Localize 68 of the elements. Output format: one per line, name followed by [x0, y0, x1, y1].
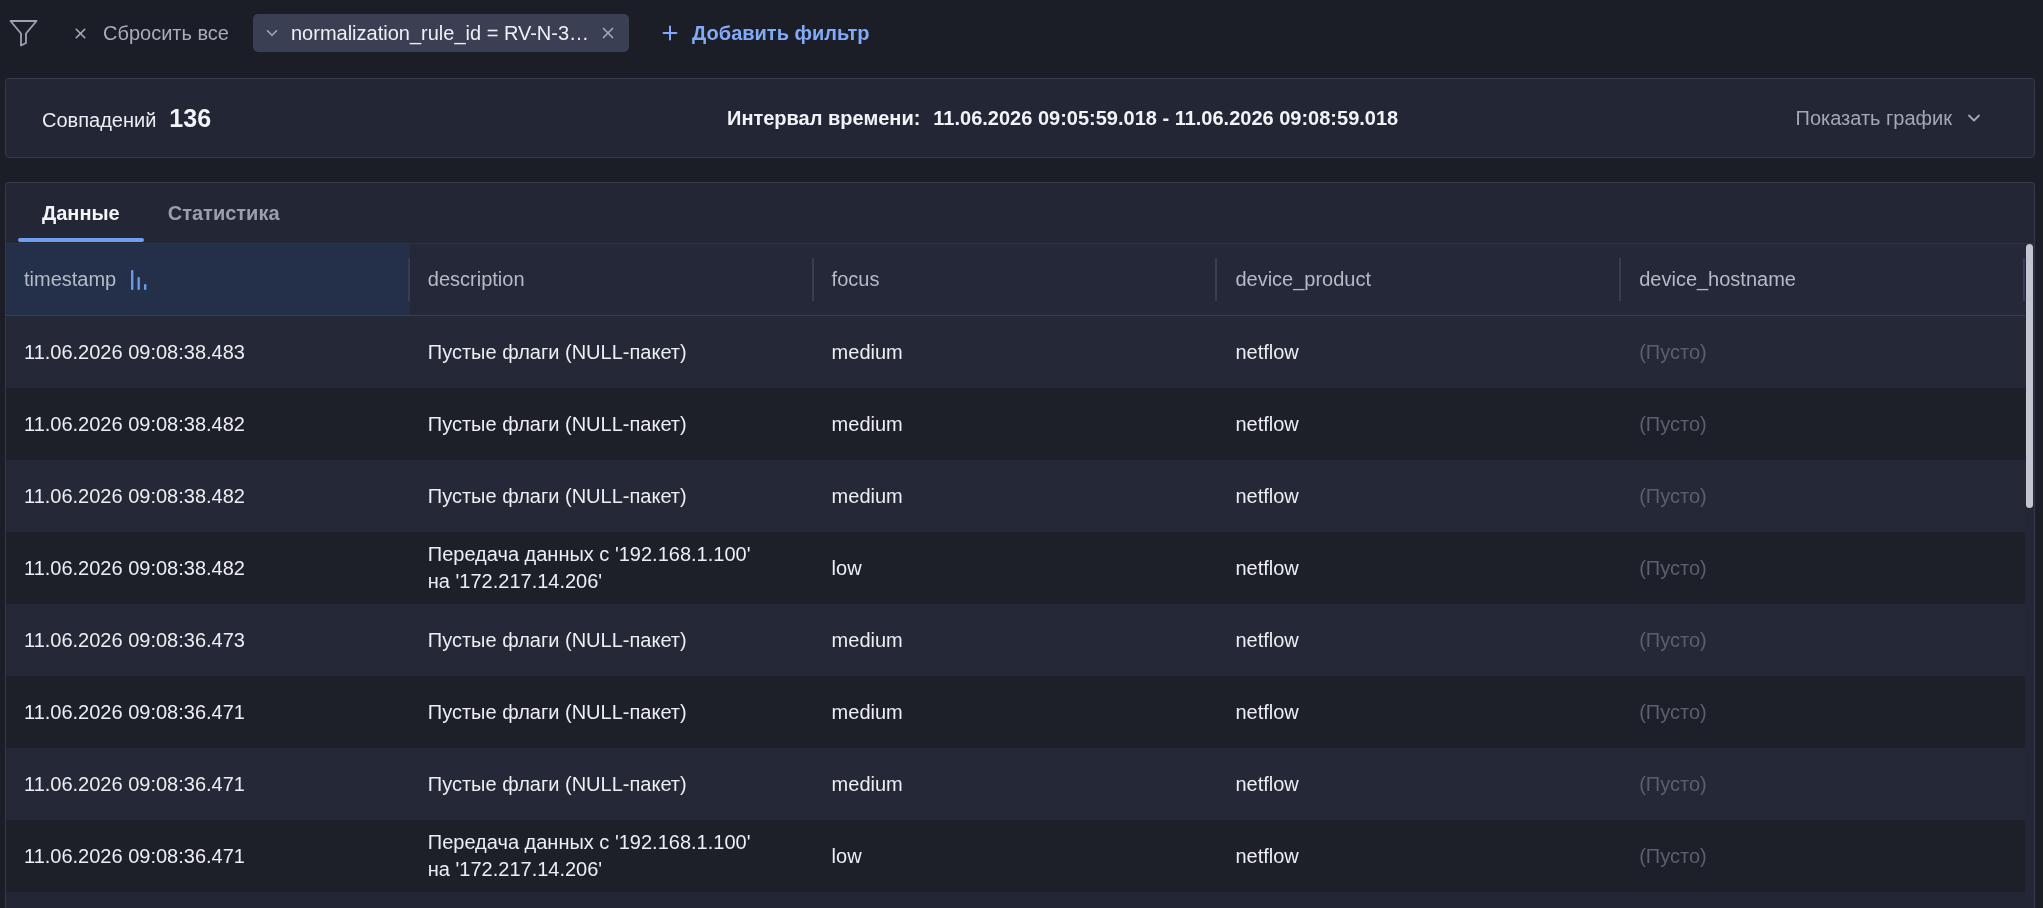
table-cell-text: Пустые флаги (NULL-пакет) — [426, 771, 688, 797]
table-cell-text: netflow — [1234, 843, 1300, 869]
table-cell-text: Пустые флаги (NULL-пакет) — [426, 411, 688, 437]
table-cell-text: Передача данных с '192.168.1.100' на '172.217.14.206' — [426, 830, 752, 882]
table-cell-text: 11.06.2026 09:08:38.483 — [23, 339, 246, 365]
matches-count: 136 — [169, 103, 212, 133]
table-row[interactable]: 11.06.2026 09:08:38.482 Передача данных с '192.168.1.100' на '172.217.14.206' low netflow (Пусто) — [6, 532, 2025, 604]
table-cell-text: (Пусто) — [1638, 771, 1708, 797]
column-header[interactable]: description — [409, 244, 814, 315]
table-row[interactable]: 11.06.2026 09:08:38.482 Пустые флаги (NULL-пакет) medium netflow (Пусто) — [6, 388, 2025, 460]
table-cell-text: medium — [830, 699, 904, 725]
table-cell-text: 11.06.2026 09:08:38.482 — [23, 555, 246, 581]
table-cell-text: 11.06.2026 09:08:38.482 — [23, 483, 246, 509]
filter-chip-label: normalization_rule_id = RV-N-3… — [291, 21, 590, 45]
filter-chip[interactable]: normalization_rule_id = RV-N-3… — [253, 14, 630, 52]
column-header[interactable]: timestamp — [6, 244, 410, 315]
column-header-label: focus — [831, 268, 880, 291]
reset-all-button[interactable]: Сбросить все — [72, 21, 229, 45]
table-cell-text: (Пусто) — [1638, 555, 1708, 581]
table-cell-text: 11.06.2026 09:08:36.471 — [23, 699, 246, 725]
interval-value: 11.06.2026 09:05:59.018 - 11.06.2026 09:08:59.018 — [933, 106, 1399, 130]
table-cell-text: (Пусто) — [1638, 483, 1708, 509]
sort-bars-icon — [130, 269, 148, 290]
table-cell-text: Пустые флаги (NULL-пакет) — [426, 699, 688, 725]
table-cell-text: (Пусто) — [1638, 411, 1708, 437]
table-cell-text: netflow — [1234, 627, 1300, 653]
table-cell-text: medium — [830, 771, 904, 797]
tab[interactable]: Данные — [18, 183, 144, 243]
column-header-label: timestamp — [24, 268, 117, 291]
column-header-label: description — [427, 268, 525, 291]
column-header-label: device_hostname — [1639, 268, 1796, 291]
table-cell-text: netflow — [1234, 699, 1300, 725]
table-cell-text: Пустые флаги (NULL-пакет) — [426, 339, 688, 365]
table-cell-text: low — [830, 843, 863, 869]
table-cell-text: medium — [830, 339, 904, 365]
tab[interactable]: Статистика — [143, 183, 304, 243]
table-cell-text: (Пусто) — [1638, 339, 1708, 365]
table-cell-text: low — [830, 555, 863, 581]
scrollbar-thumb[interactable] — [2026, 244, 2033, 508]
table-row[interactable]: 11.06.2026 09:08:36.471 Пустые флаги (NULL-пакет) medium netflow (Пусто) — [6, 676, 2025, 748]
table-row[interactable]: 11.06.2026 09:08:36.471 Передача данных с '192.168.1.100' на '172.217.14.206' low netflow (Пусто) — [6, 820, 2025, 892]
table-cell-text: netflow — [1234, 339, 1300, 365]
table-cell-text: Передача данных с '192.168.1.100' на '172.217.14.206' — [426, 542, 752, 594]
column-header[interactable]: device_product — [1217, 244, 1622, 315]
interval-label: Интервал времени: — [727, 106, 921, 130]
column-header[interactable]: focus — [813, 244, 1218, 315]
column-header-label: device_product — [1235, 268, 1372, 291]
table-cell-text: 11.06.2026 09:08:36.471 — [23, 843, 246, 869]
table-cell-text: (Пусто) — [1638, 699, 1708, 725]
table-cell-text: medium — [830, 627, 904, 653]
filter-icon[interactable] — [9, 19, 38, 47]
table-cell-text: medium — [830, 483, 904, 509]
table-cell-text: netflow — [1234, 483, 1300, 509]
table-cell-text: (Пусто) — [1638, 627, 1708, 653]
table-cell-text: netflow — [1234, 411, 1300, 437]
table-cell-text: netflow — [1234, 771, 1300, 797]
table-cell-text: medium — [830, 411, 904, 437]
table-cell-text: (Пусто) — [1638, 843, 1708, 869]
show-chart-button[interactable]: Показать график — [1795, 106, 1984, 130]
table-cell-text: Пустые флаги (NULL-пакет) — [426, 483, 688, 509]
table-cell-text: 11.06.2026 09:08:36.473 — [23, 627, 246, 653]
table-cell-text: 11.06.2026 09:08:38.482 — [23, 411, 246, 437]
table-cell-text: netflow — [1234, 555, 1300, 581]
matches-label: Совпадений — [42, 108, 157, 132]
column-header[interactable]: device_hostname — [1621, 244, 2025, 315]
table-cell-text: Пустые флаги (NULL-пакет) — [426, 627, 688, 653]
add-filter-button[interactable]: Добавить фильтр — [659, 21, 870, 45]
table-cell-text: 11.06.2026 09:08:36.471 — [23, 771, 246, 797]
